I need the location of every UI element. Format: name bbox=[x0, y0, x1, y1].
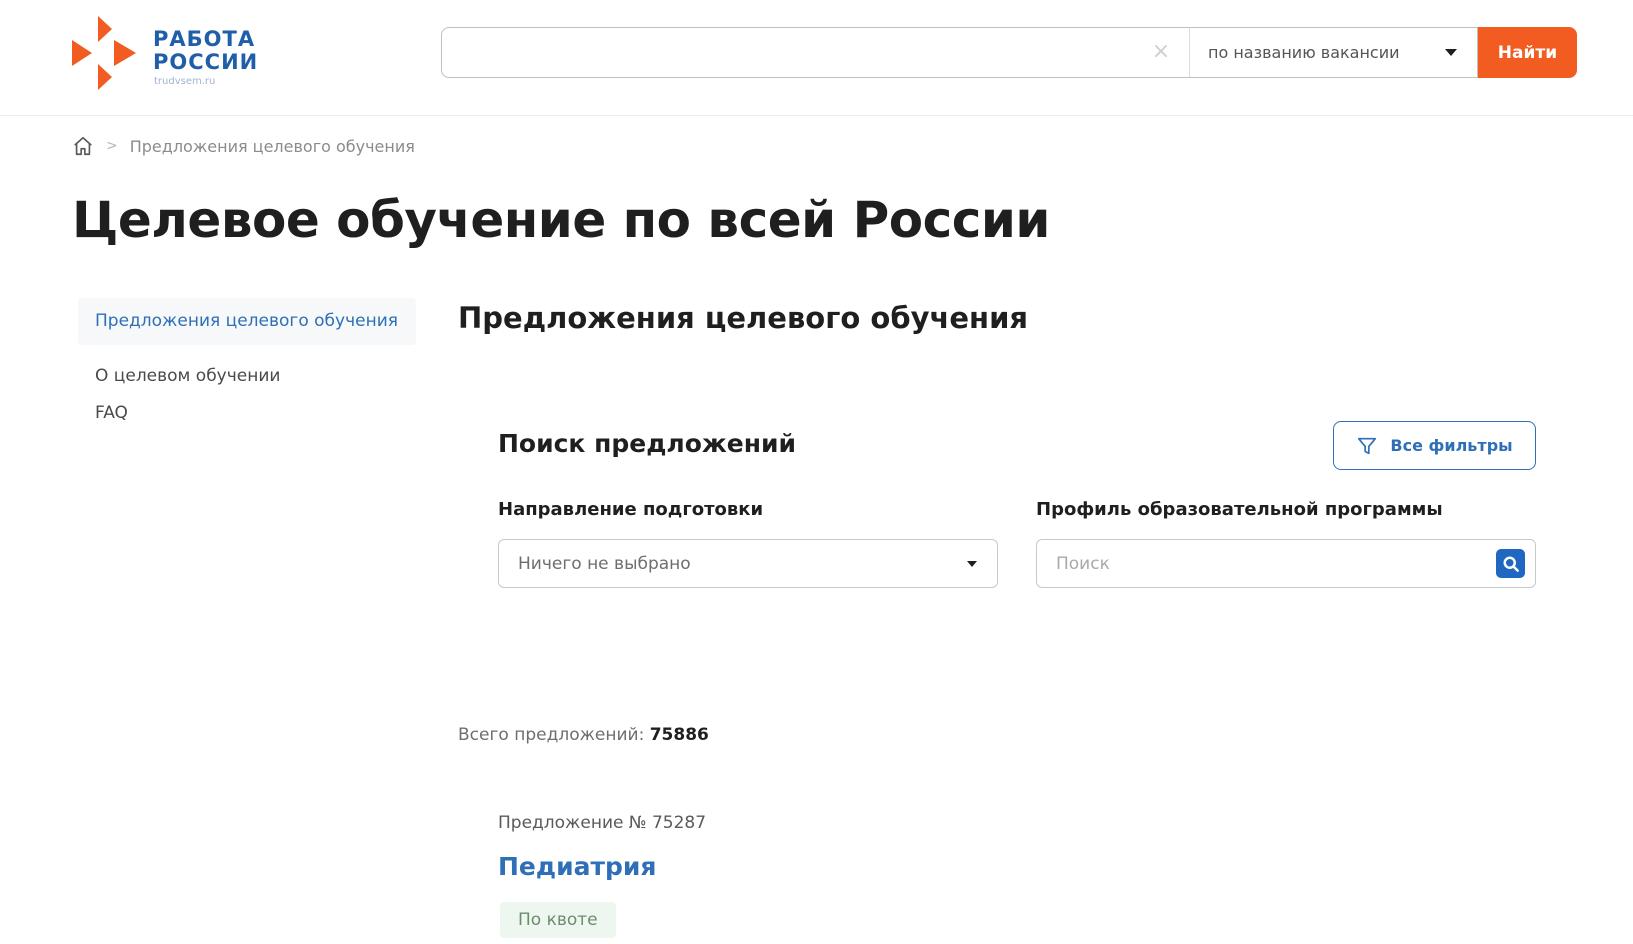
header-search: × по названию вакансии Найти bbox=[441, 27, 1577, 78]
logo-arrows-icon bbox=[72, 16, 136, 90]
breadcrumb-separator: > bbox=[106, 138, 118, 154]
section-title: Предложения целевого обучения bbox=[458, 301, 1029, 335]
home-icon[interactable] bbox=[72, 135, 94, 157]
profile-search-button[interactable] bbox=[1496, 549, 1525, 578]
site-header: РАБОТА РОССИИ trudvsem.ru × по названию … bbox=[0, 0, 1633, 116]
profile-label: Профиль образовательной программы bbox=[1036, 499, 1443, 520]
direction-select[interactable]: Ничего не выбрано bbox=[498, 539, 998, 588]
offer-title-link[interactable]: Педиатрия bbox=[498, 851, 656, 883]
search-mode-label: по названию вакансии bbox=[1208, 43, 1400, 62]
site-logo[interactable]: РАБОТА РОССИИ trudvsem.ru bbox=[72, 16, 262, 90]
sidebar-item-faq[interactable]: FAQ bbox=[78, 402, 416, 425]
chevron-down-icon bbox=[967, 561, 977, 567]
search-mode-select[interactable]: по названию вакансии bbox=[1189, 27, 1478, 78]
filter-icon bbox=[1358, 437, 1377, 454]
total-offers-label: Всего предложений: bbox=[458, 725, 645, 745]
profile-search-input[interactable] bbox=[1036, 539, 1536, 588]
close-icon[interactable]: × bbox=[1149, 40, 1173, 64]
page-title: Целевое обучение по всей России bbox=[72, 191, 1050, 249]
logo-title: РАБОТА РОССИИ bbox=[153, 27, 259, 74]
sidebar-nav: Предложения целевого обучения О целевом … bbox=[78, 298, 416, 439]
total-offers: Всего предложений: 75886 bbox=[458, 725, 709, 745]
chevron-down-icon bbox=[1445, 49, 1457, 56]
breadcrumb: > Предложения целевого обучения bbox=[72, 134, 415, 158]
search-icon bbox=[1503, 556, 1519, 572]
sidebar-item-offers[interactable]: Предложения целевого обучения bbox=[78, 298, 416, 345]
all-filters-label: Все фильтры bbox=[1390, 436, 1513, 455]
offer-badge: По квоте bbox=[500, 902, 616, 938]
find-button[interactable]: Найти bbox=[1478, 27, 1577, 78]
vacancy-search-input[interactable] bbox=[441, 27, 1190, 78]
direction-label: Направление подготовки bbox=[498, 499, 764, 520]
total-offers-count: 75886 bbox=[649, 725, 709, 745]
offer-number: Предложение № 75287 bbox=[498, 813, 707, 833]
search-title: Поиск предложений bbox=[498, 429, 797, 458]
sidebar-item-about[interactable]: О целевом обучении bbox=[78, 365, 416, 388]
breadcrumb-current: Предложения целевого обучения bbox=[129, 136, 415, 156]
all-filters-button[interactable]: Все фильтры bbox=[1333, 421, 1536, 470]
direction-select-value: Ничего не выбрано bbox=[518, 553, 691, 574]
logo-subtitle: trudvsem.ru bbox=[154, 76, 216, 87]
